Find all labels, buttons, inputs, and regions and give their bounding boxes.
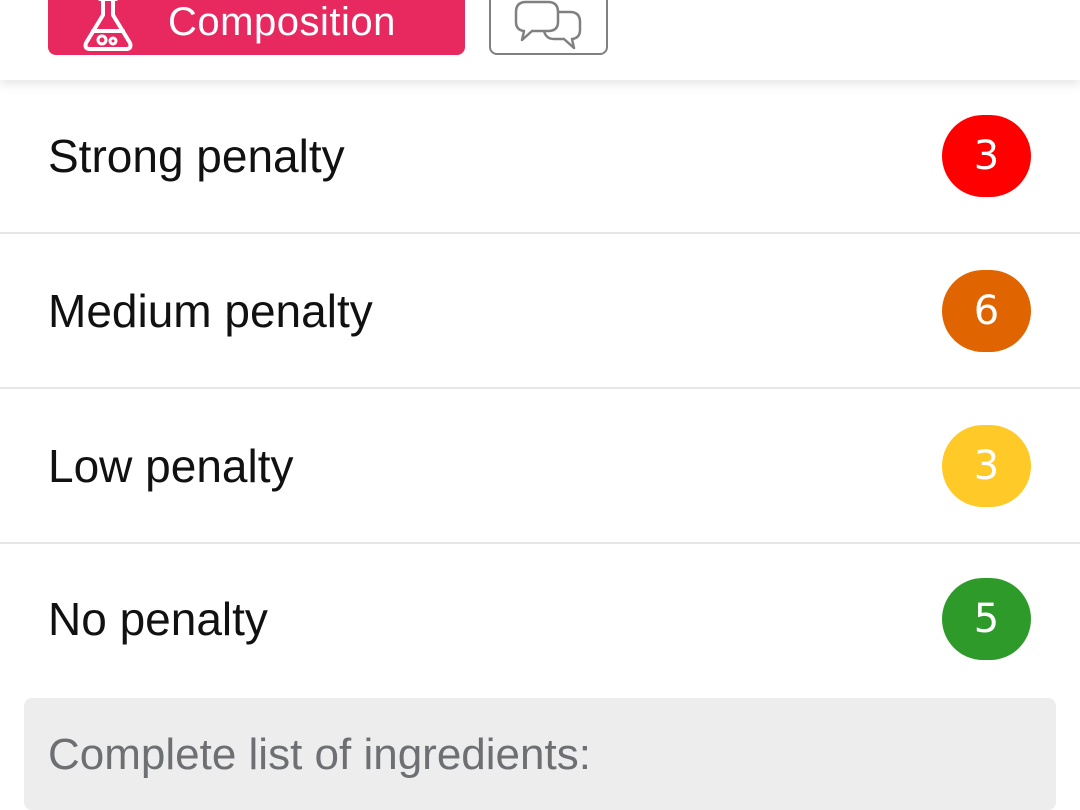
flask-icon [78,0,138,53]
penalty-count-badge: 3 [942,115,1031,197]
tab-composition[interactable]: Composition [48,0,465,55]
penalty-row-none[interactable]: No penalty 5 [0,544,1080,694]
penalty-row-strong[interactable]: Strong penalty 3 [0,80,1080,234]
penalty-count-badge: 6 [942,269,1031,352]
penalty-list: Strong penalty 3 Medium penalty 6 Low pe… [0,80,1080,694]
tab-composition-label: Composition [168,0,396,44]
penalty-row-medium[interactable]: Medium penalty 6 [0,234,1080,389]
penalty-label: Low penalty [48,439,294,492]
chat-bubbles-icon [512,0,586,50]
product-composition-screen: Composition Strong penalty 3 Medium pena… [0,0,1080,810]
penalty-row-low[interactable]: Low penalty 3 [0,389,1080,544]
penalty-count-badge: 3 [942,424,1031,507]
tab-reviews[interactable] [489,0,608,55]
penalty-label: No penalty [48,593,268,645]
tab-bar: Composition [0,0,1080,80]
ingredients-title: Complete list of ingredients: [48,730,591,779]
ingredients-header: Complete list of ingredients: [24,698,1056,810]
penalty-label: Strong penalty [48,130,345,182]
penalty-label: Medium penalty [48,284,373,337]
penalty-count-badge: 5 [942,578,1031,660]
